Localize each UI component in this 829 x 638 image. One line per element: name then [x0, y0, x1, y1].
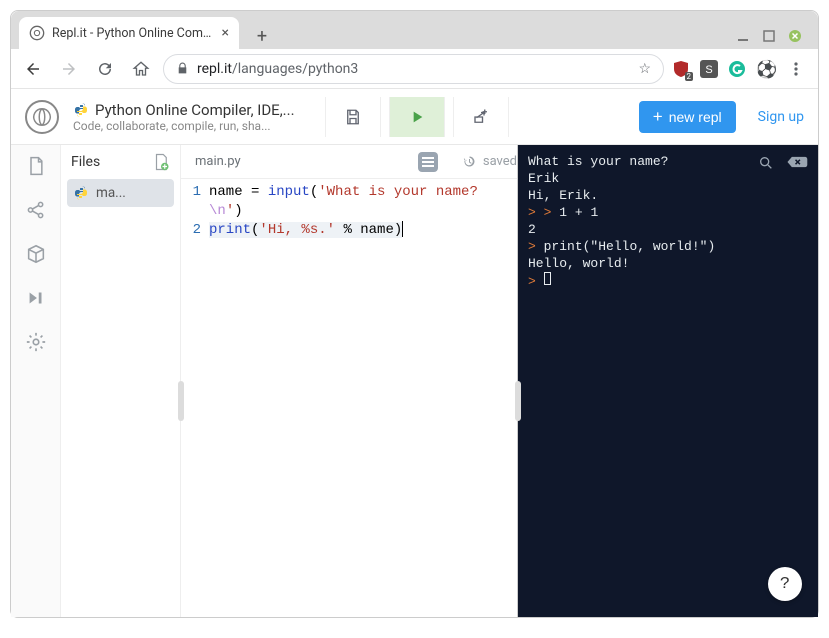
ublock-badge: 2 [685, 72, 694, 81]
files-panel: Files ma... [61, 145, 181, 617]
console-search-icon[interactable] [758, 155, 774, 171]
code-content: name = input('What is your name?\n') pri… [209, 183, 511, 240]
terminal-cursor [544, 272, 551, 285]
editor-panel: main.py saved 1 2 name = input('What is … [181, 145, 518, 617]
forward-button[interactable] [55, 55, 83, 83]
debugger-icon[interactable] [23, 285, 49, 311]
code-editor[interactable]: 1 2 name = input('What is your name?\n')… [181, 179, 517, 240]
soccer-ball-icon[interactable]: ⚽ [756, 60, 774, 78]
home-button[interactable] [127, 55, 155, 83]
settings-icon[interactable] [23, 329, 49, 355]
lock-icon [176, 62, 189, 75]
console-clear-icon[interactable] [786, 155, 808, 171]
new-tab-button[interactable]: + [249, 23, 275, 49]
left-rail [11, 145, 61, 617]
replit-favicon [29, 25, 45, 41]
python-lang-icon [73, 102, 89, 118]
add-file-button[interactable] [152, 153, 170, 171]
text-cursor [402, 221, 403, 237]
grammarly-icon[interactable] [728, 60, 746, 78]
resize-handle[interactable] [515, 381, 521, 421]
repl-subtitle: Code, collaborate, compile, run, sha... [73, 119, 295, 133]
help-button[interactable]: ? [768, 567, 802, 601]
address-bar: repl.it/languages/python3 ☆ 2 S ⚽ [11, 49, 818, 89]
replit-logo-icon[interactable] [25, 100, 59, 134]
window-maximize-icon[interactable] [762, 29, 776, 43]
python-file-icon [73, 185, 89, 201]
line-gutter: 1 2 [181, 183, 209, 240]
run-button[interactable] [389, 97, 445, 137]
replit-header: Python Online Compiler, IDE,... Code, co… [11, 89, 818, 145]
ublock-icon[interactable]: 2 [672, 60, 690, 78]
ext-s-icon[interactable]: S [700, 60, 718, 78]
browser-tab[interactable]: Repl.it - Python Online Compil × [19, 17, 239, 49]
window-close-icon[interactable] [788, 29, 802, 43]
browser-menu-icon[interactable] [782, 55, 810, 83]
window-minimize-icon[interactable] [736, 29, 750, 43]
signup-link[interactable]: Sign up [758, 109, 804, 125]
repl-title: Python Online Compiler, IDE,... [95, 101, 295, 119]
close-tab-icon[interactable]: × [222, 25, 229, 41]
editor-tab[interactable]: main.py [181, 145, 255, 178]
files-icon[interactable] [23, 153, 49, 179]
url-field[interactable]: repl.it/languages/python3 ☆ [163, 54, 664, 84]
editor-tab-label: main.py [195, 154, 241, 169]
history-icon [462, 154, 477, 169]
save-button[interactable] [325, 97, 381, 137]
file-item-label: ma... [96, 185, 126, 201]
files-heading: Files [71, 154, 100, 170]
resize-handle[interactable] [178, 381, 184, 421]
share-button[interactable] [453, 97, 509, 137]
file-item[interactable]: ma... [67, 179, 174, 207]
svg-text:S: S [705, 64, 712, 76]
share-link-icon[interactable] [23, 197, 49, 223]
bookmark-star-icon[interactable]: ☆ [638, 61, 651, 77]
back-button[interactable] [19, 55, 47, 83]
packages-icon[interactable] [23, 241, 49, 267]
new-repl-button[interactable]: +new repl [639, 101, 736, 133]
saved-indicator: saved [462, 154, 517, 169]
tab-title: Repl.it - Python Online Compil [52, 26, 215, 41]
tab-menu-icon[interactable] [418, 152, 438, 172]
browser-tabbar: Repl.it - Python Online Compil × + [11, 11, 818, 49]
console-panel[interactable]: What is your name? Erik Hi, Erik. > > 1 … [518, 145, 818, 617]
reload-button[interactable] [91, 55, 119, 83]
url-text: repl.it/languages/python3 [197, 61, 358, 77]
